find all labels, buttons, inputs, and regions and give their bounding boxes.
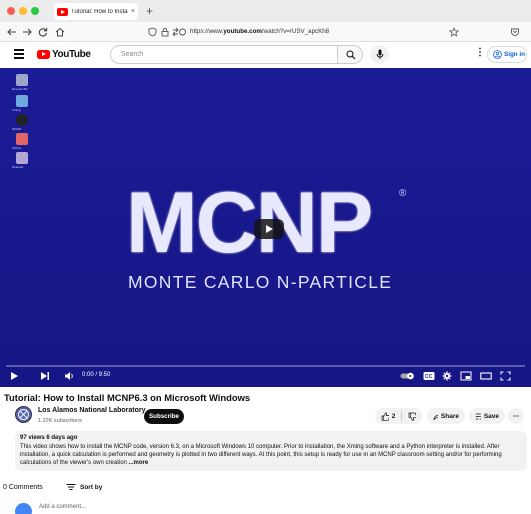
desktop-icon-label: MCNP (12, 127, 21, 131)
window-close-button[interactable] (7, 7, 15, 15)
star-icon[interactable] (449, 27, 459, 37)
description-text: This video shows how to install the MCNP… (20, 443, 522, 467)
pocket-icon[interactable] (510, 27, 520, 37)
save-label: Save (483, 412, 499, 420)
description-box[interactable]: 97 views 6 days ago This video shows how… (15, 431, 527, 471)
search-icon (346, 50, 356, 60)
desktop-icon-label: Xming (12, 108, 21, 112)
mcnp-logo-letters: MCNP (126, 175, 373, 271)
python-icon (16, 133, 28, 145)
video-title: Tutorial: How to Install MCNP6.3 on Micr… (4, 392, 251, 403)
sort-comments-button[interactable]: Sort by (66, 483, 102, 491)
url-bar[interactable]: https://www.youtube.com/watch?v=rUSV_apc… (190, 28, 329, 35)
add-comment-input[interactable]: Add a comment... (39, 504, 86, 510)
microphone-icon (376, 49, 384, 59)
account-icon (493, 50, 502, 59)
like-divider (401, 411, 403, 421)
miniplayer-icon[interactable] (460, 371, 472, 381)
add-to-playlist-icon (475, 413, 481, 419)
dislike-icon[interactable] (408, 412, 416, 421)
share-label: Share (440, 412, 459, 420)
channel-name[interactable]: Los Alamos National Laboratory (38, 407, 145, 414)
xming-icon (16, 95, 28, 107)
sign-in-button[interactable]: Sign in (487, 46, 527, 63)
channel-avatar[interactable] (15, 406, 32, 423)
menu-icon[interactable] (14, 49, 24, 59)
next-video-icon[interactable] (40, 371, 50, 381)
tab-close-icon[interactable]: × (131, 8, 135, 15)
mcnp-desktop-icon (16, 114, 28, 126)
browser-tab-active[interactable]: Tutorial: How to Install MCNP6... × (54, 3, 138, 20)
time-display: 0:00 / 9:50 (82, 372, 111, 378)
channel-subscriber-count: 1.22K subscribers (38, 418, 83, 424)
window-zoom-button[interactable] (31, 7, 39, 15)
settings-gear-icon[interactable] (442, 371, 452, 381)
notepad-icon (16, 152, 28, 164)
youtube-favicon-icon (57, 7, 68, 16)
comments-count: 0 Comments (3, 484, 43, 491)
video-player[interactable]: Recycle Bin Xming MCNP Python Notepad MC… (0, 68, 531, 387)
sort-by-label: Sort by (80, 483, 103, 491)
sign-in-label: Sign in (504, 51, 525, 58)
play-icon[interactable] (9, 371, 19, 381)
browser-nav-bar: https://www.youtube.com/watch?v=rUSV_apc… (0, 22, 531, 42)
volume-icon[interactable] (64, 371, 75, 381)
forward-arrow-icon[interactable] (22, 27, 32, 37)
registered-mark: ® (399, 188, 407, 199)
desktop-icon-label: Recycle Bin (12, 87, 28, 91)
settings-menu-icon[interactable]: ⋮ (475, 47, 485, 58)
mcnp-logo-subtitle: MONTE CARLO N-PARTICLE (128, 272, 393, 292)
view-count-and-date: 97 views 6 days ago (20, 435, 78, 441)
search-input[interactable]: Search (110, 45, 338, 64)
user-avatar (15, 503, 32, 514)
youtube-logo-icon (37, 50, 50, 59)
share-icon (433, 414, 438, 420)
like-dislike-group: 2 (375, 408, 422, 424)
theater-mode-icon[interactable] (480, 371, 492, 381)
youtube-logo[interactable]: YouTube (37, 49, 91, 60)
subscribe-button[interactable]: Subscribe (144, 409, 184, 424)
desktop-icon-label: Python (12, 146, 22, 150)
permissions-icon[interactable] (172, 27, 186, 37)
fullscreen-icon[interactable] (500, 371, 511, 381)
mcnp-logo: MCNP ® MONTE CARLO N-PARTICLE (126, 180, 406, 330)
browser-tab-bar: Tutorial: How to Install MCNP6... × + (0, 0, 531, 22)
url-suffix: /watch?v=rUSV_apcKh8 (261, 28, 330, 35)
home-icon[interactable] (55, 27, 65, 37)
share-button[interactable]: Share (427, 408, 465, 424)
youtube-logo-text: YouTube (52, 49, 91, 60)
url-prefix: https://www. (190, 28, 224, 35)
shield-icon[interactable] (148, 27, 157, 37)
like-icon[interactable] (381, 411, 389, 421)
reload-icon[interactable] (38, 27, 48, 37)
autoplay-toggle-icon[interactable] (400, 372, 415, 380)
progress-bar[interactable] (6, 365, 525, 367)
tab-title: Tutorial: How to Install MCNP6... (71, 8, 128, 15)
show-more-link[interactable]: ...more (129, 460, 149, 466)
description-body: This video shows how to install the MCNP… (20, 444, 502, 466)
desktop-icon-label: Notepad (12, 165, 24, 169)
back-arrow-icon[interactable] (7, 27, 17, 37)
more-actions-button[interactable]: ⋯ (508, 408, 524, 424)
url-domain: youtube.com (223, 28, 262, 35)
lanl-logo-icon (18, 409, 29, 420)
captions-icon[interactable]: CC (423, 371, 435, 381)
more-actions-icon: ⋯ (512, 413, 520, 420)
lock-icon[interactable] (161, 27, 169, 37)
save-button[interactable]: Save (469, 408, 505, 424)
new-tab-button[interactable]: + (146, 3, 153, 19)
recycle-bin-icon (16, 74, 28, 86)
youtube-header: YouTube Search ⋮ Sign in (0, 42, 531, 68)
search-button[interactable] (337, 45, 363, 64)
voice-search-button[interactable] (370, 45, 389, 64)
svg-text:CC: CC (425, 374, 433, 380)
sort-icon (66, 484, 76, 490)
like-count: 2 (391, 412, 396, 420)
large-play-button[interactable] (254, 219, 284, 239)
window-minimize-button[interactable] (19, 7, 27, 15)
